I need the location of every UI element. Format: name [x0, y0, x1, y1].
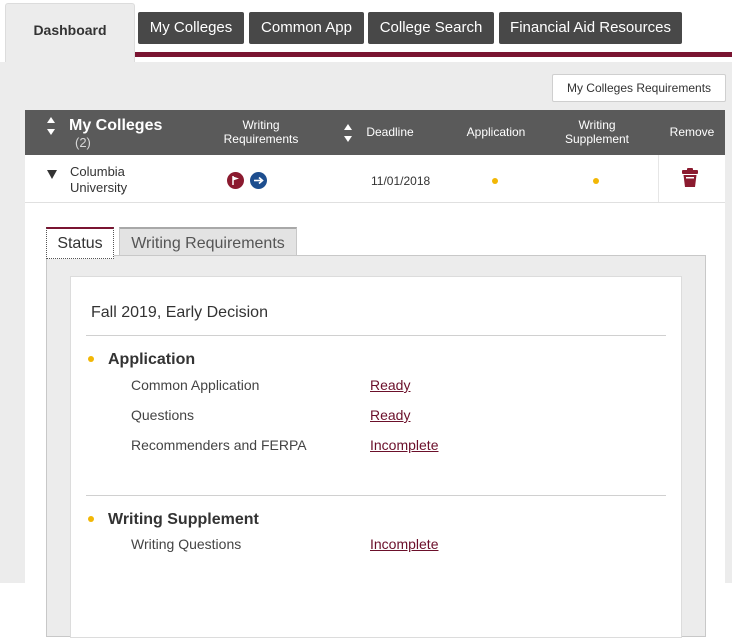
writing-supplement-status-dot: [593, 178, 599, 184]
trash-icon[interactable]: [682, 168, 698, 193]
table-header: My Colleges (2) Writing Requirements Dea…: [25, 110, 725, 155]
section-title-application: Application: [108, 351, 196, 368]
top-navigation: Dashboard My Colleges Common App College…: [0, 0, 732, 63]
section-bullet: [88, 516, 94, 522]
tab-my-colleges[interactable]: My Colleges: [138, 12, 244, 44]
status-link[interactable]: Ready: [370, 407, 410, 423]
item-label: Recommenders and FERPA: [131, 437, 307, 453]
table-title: My Colleges: [69, 117, 163, 134]
tab-dashboard[interactable]: Dashboard: [5, 3, 135, 63]
remove-cell: [658, 155, 726, 202]
college-name[interactable]: Columbia University: [70, 164, 160, 196]
my-colleges-requirements-button[interactable]: My Colleges Requirements: [552, 74, 726, 102]
term-label: Fall 2019, Early Decision: [91, 304, 268, 321]
divider: [86, 495, 666, 496]
sort-icon[interactable]: [46, 116, 56, 136]
status-link[interactable]: Ready: [370, 377, 410, 393]
col-remove: Remove: [669, 125, 715, 139]
deadline-value: 11/01/2018: [371, 174, 431, 188]
status-card: Fall 2019, Early Decision Application Co…: [70, 276, 682, 638]
tab-college-search[interactable]: College Search: [368, 12, 494, 44]
college-detail: Status Writing Requirements Fall 2019, E…: [25, 203, 725, 638]
application-status-dot: [492, 178, 498, 184]
col-writing-supplement: Writing Supplement: [564, 118, 630, 146]
nav-underline: [133, 52, 732, 57]
college-count: (2): [75, 135, 91, 150]
status-panel: Fall 2019, Early Decision Application Co…: [46, 255, 706, 638]
flag-icon[interactable]: [227, 172, 244, 194]
status-link[interactable]: Incomplete: [370, 437, 438, 453]
tab-common-app[interactable]: Common App: [249, 12, 364, 44]
col-writing-requirements: Writing Requirements: [223, 118, 299, 146]
col-application: Application: [466, 125, 526, 139]
sort-icon[interactable]: [343, 123, 353, 143]
table-row: Columbia University 11/01/2018: [25, 155, 725, 203]
section-bullet: [88, 356, 94, 362]
section-title-writing-supplement: Writing Supplement: [108, 511, 259, 528]
arrow-icon[interactable]: [250, 172, 267, 194]
divider: [86, 335, 666, 336]
item-label: Writing Questions: [131, 536, 242, 552]
col-deadline[interactable]: Deadline: [360, 125, 420, 139]
expand-triangle-icon[interactable]: [47, 166, 57, 184]
tab-financial-aid-resources[interactable]: Financial Aid Resources: [499, 12, 682, 44]
item-label: Questions: [131, 407, 195, 423]
tab-status[interactable]: Status: [46, 227, 114, 259]
item-label: Common Application: [131, 377, 260, 393]
status-link[interactable]: Incomplete: [370, 536, 438, 552]
